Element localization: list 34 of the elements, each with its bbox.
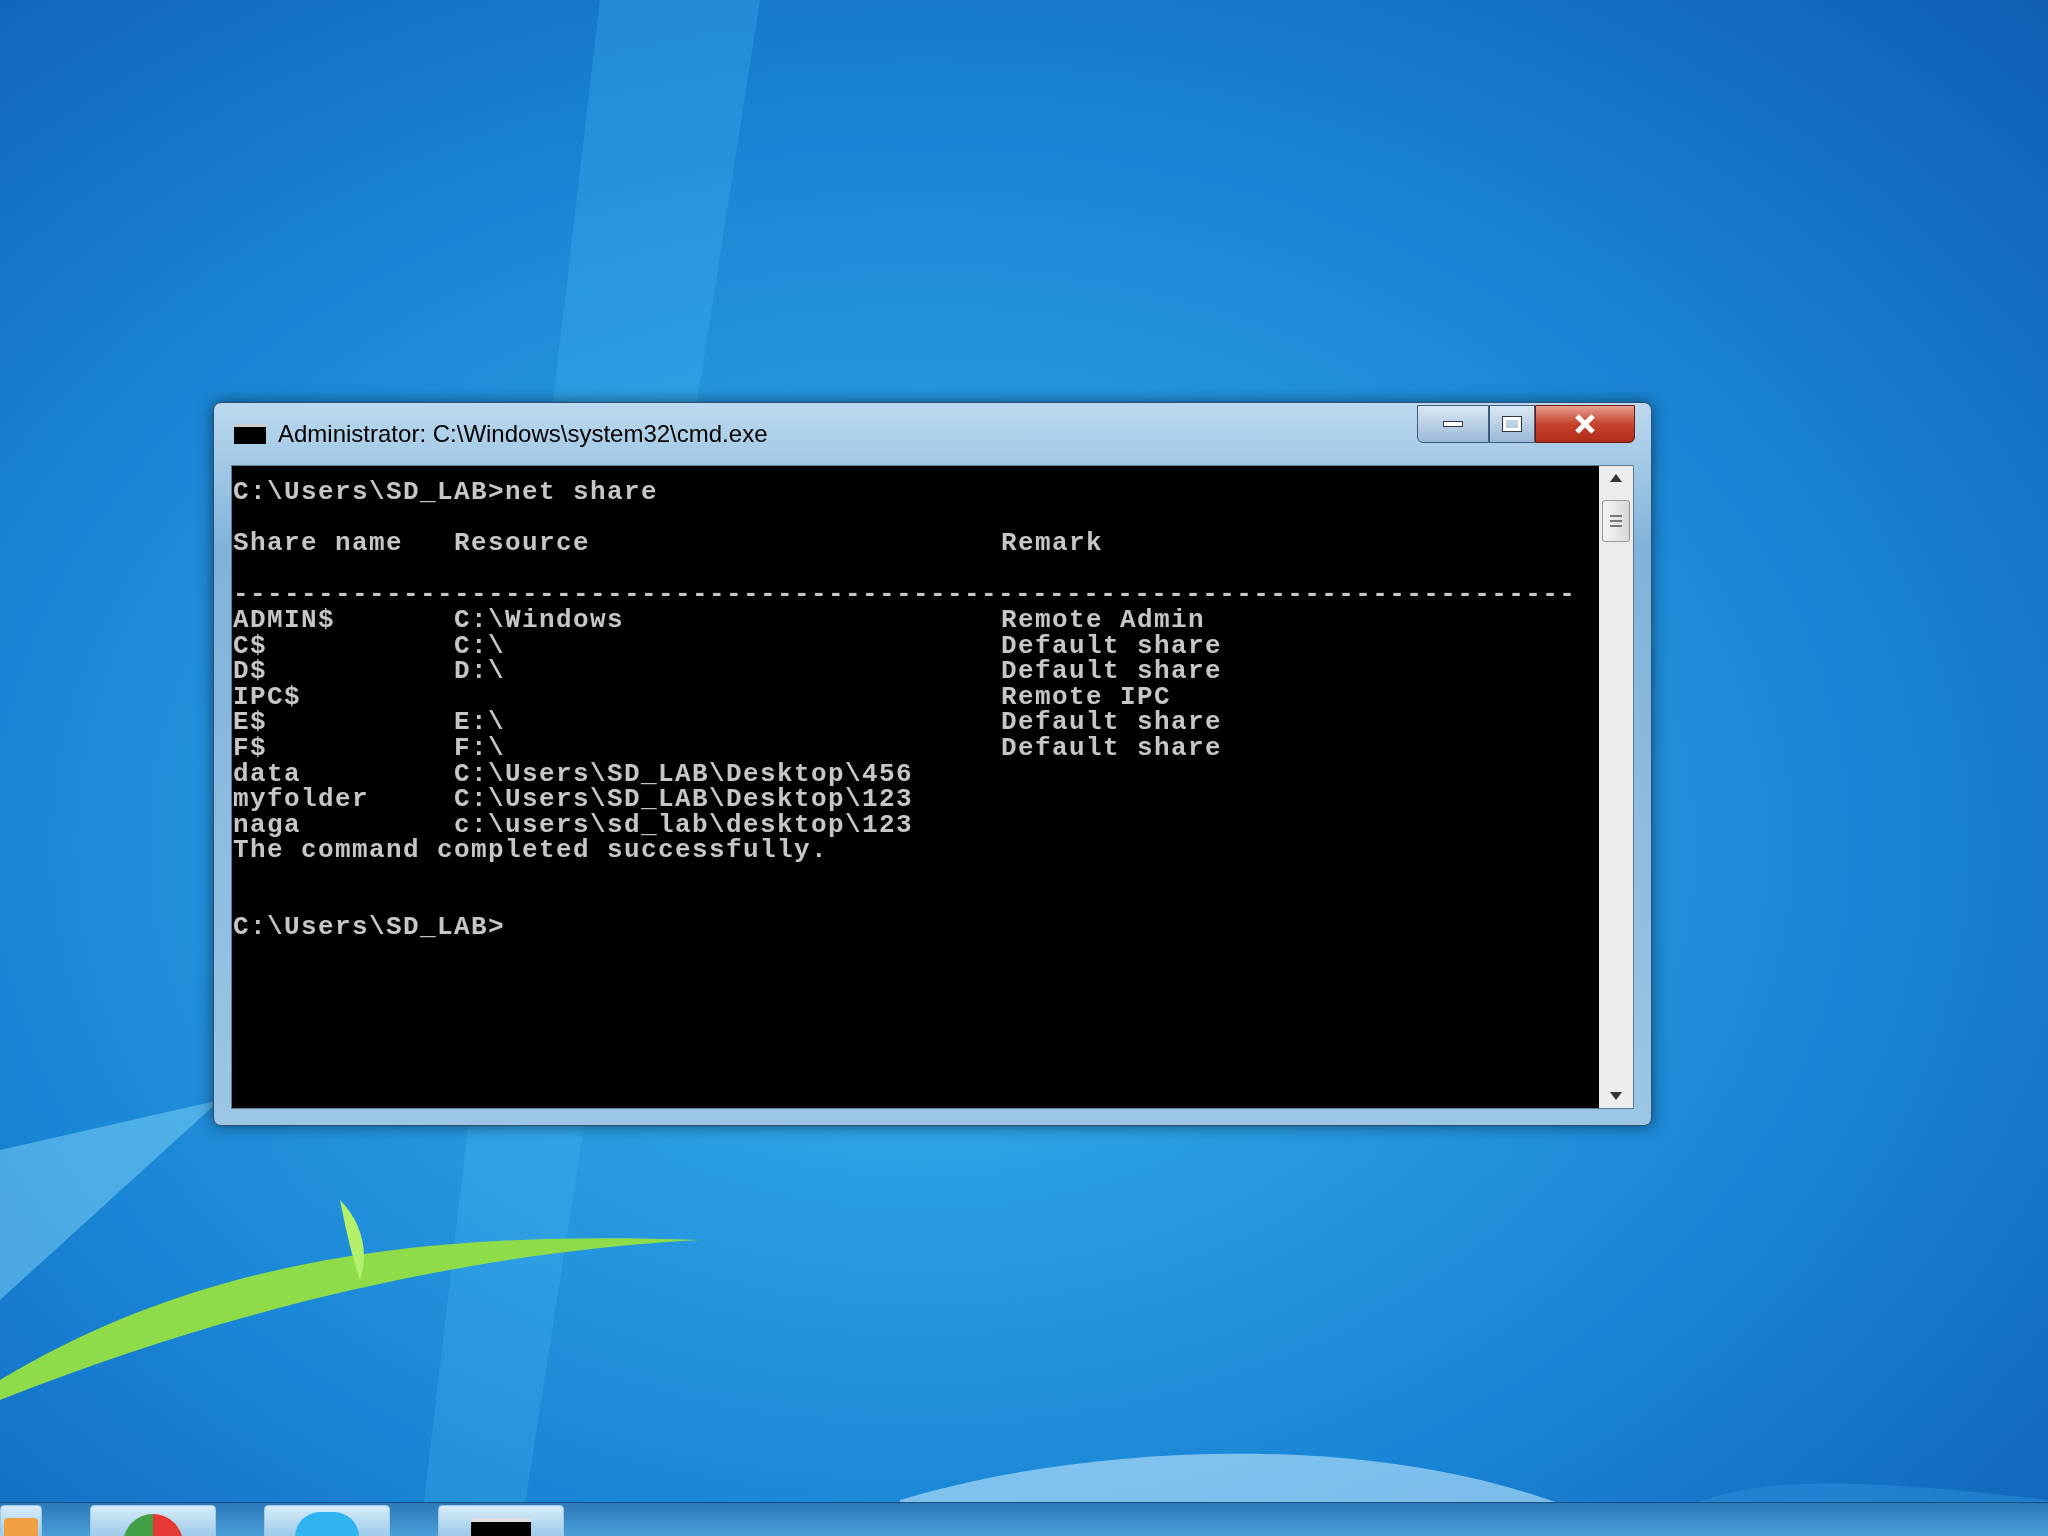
scroll-up-arrow-icon (1610, 474, 1622, 482)
share-name: C$ (233, 633, 268, 660)
share-name: D$ (233, 659, 267, 685)
close-icon (1574, 414, 1596, 434)
remark-text: Default share (1001, 659, 1223, 685)
maximize-button[interactable] (1489, 405, 1535, 443)
console-icon (234, 424, 266, 444)
column-header: Share name (233, 531, 405, 557)
taskbar-button[interactable] (438, 1505, 564, 1536)
share-name: E$ (233, 710, 268, 736)
share-name: data (233, 761, 301, 788)
remark-text: Remote IPC (1001, 684, 1172, 711)
scroll-thumb[interactable] (1602, 500, 1630, 542)
share-name: ADMIN$ (233, 607, 336, 634)
share-name: IPC$ (233, 684, 302, 711)
resource-path: C:\Windows (454, 604, 625, 635)
command-prompt: C:\Users\SD_LAB> (233, 912, 506, 943)
share-name: myfolder (233, 787, 371, 813)
resource-path: F:\ (454, 732, 505, 763)
remark-text: Remote Admin (1001, 607, 1206, 634)
minimize-button[interactable] (1417, 405, 1489, 443)
remark-text: Default share (1001, 710, 1223, 736)
remark-text: Default share (1001, 735, 1223, 762)
window-title: Administrator: C:\Windows\system32\cmd.exe (278, 419, 768, 449)
remark-text: Default share (1001, 633, 1223, 660)
close-button[interactable] (1535, 405, 1635, 443)
column-header: Remark (1001, 531, 1103, 557)
column-header: Resource (454, 531, 592, 557)
share-name: naga (233, 812, 301, 839)
scrollbar[interactable] (1599, 466, 1633, 1108)
resource-path: D:\ (454, 656, 505, 687)
scroll-down-arrow-icon (1610, 1092, 1622, 1100)
share-name: F$ (233, 735, 267, 762)
command-line: C:\Users\SD_LAB>net share (233, 477, 659, 507)
